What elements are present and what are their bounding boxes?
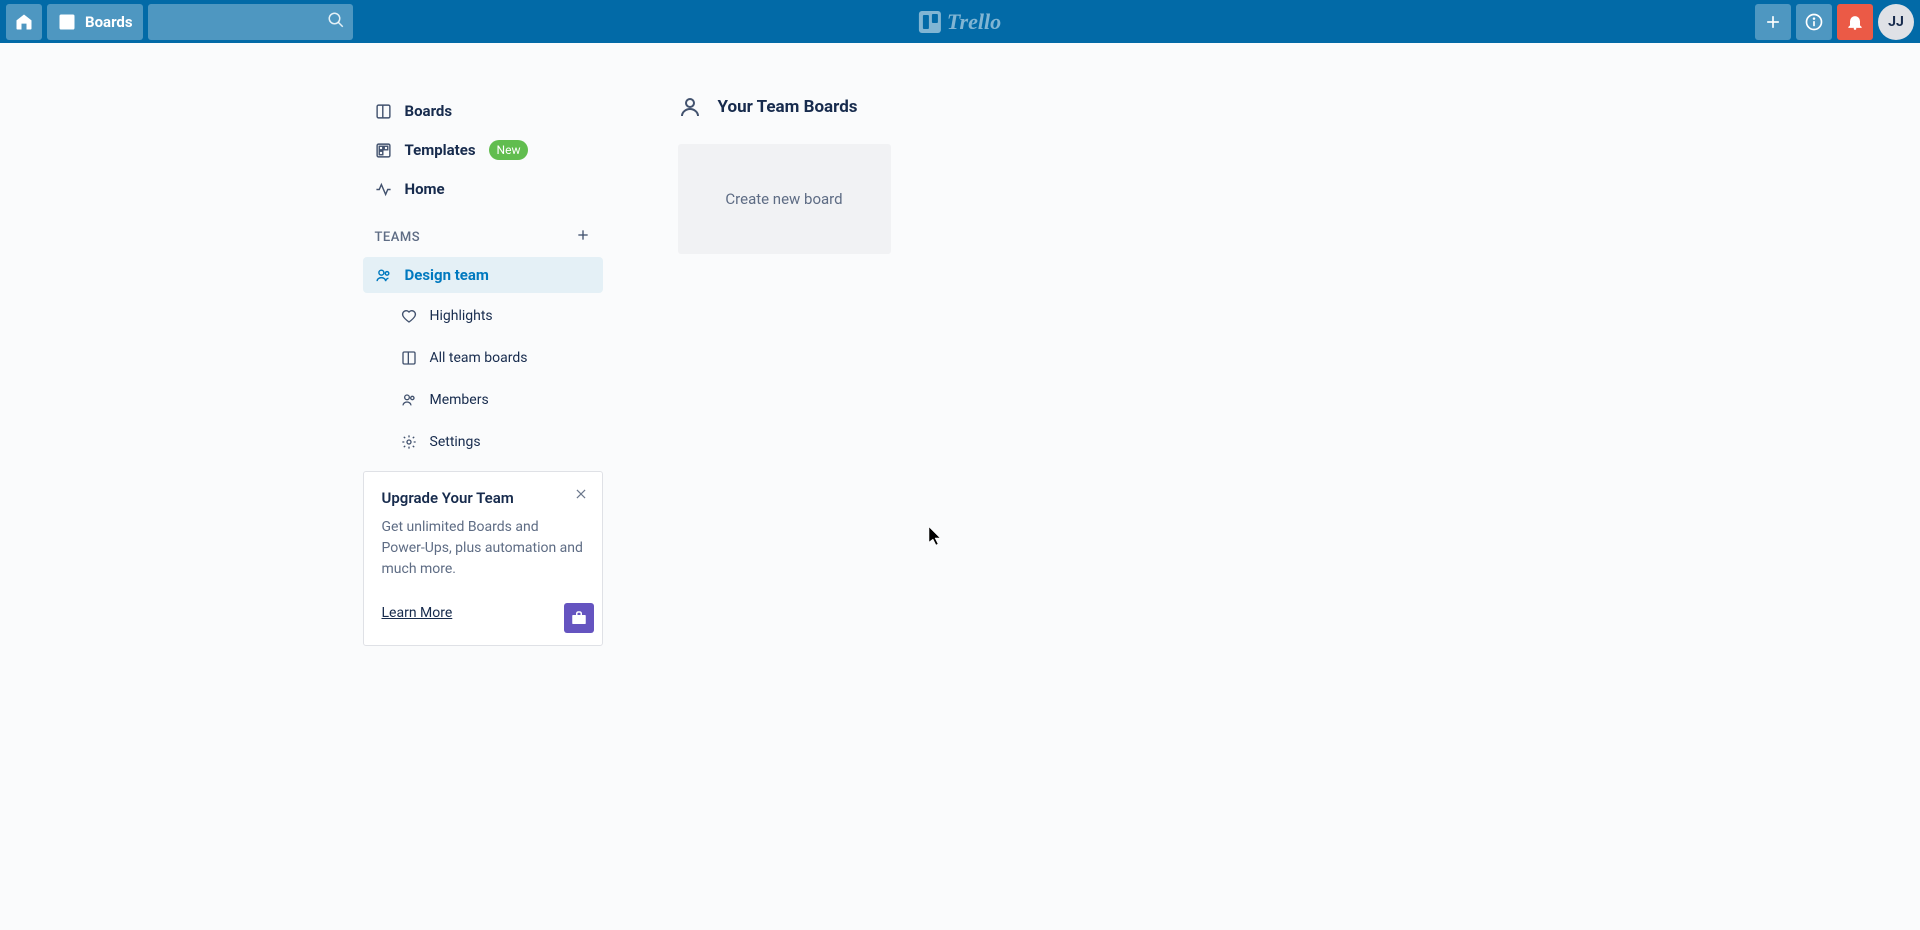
sidebar-item-boards[interactable]: Boards [363, 93, 603, 129]
logo-icon [919, 11, 941, 33]
notifications-button[interactable] [1837, 4, 1873, 40]
label: All team boards [430, 350, 528, 366]
board-icon [375, 103, 392, 120]
label: Members [430, 392, 489, 408]
pulse-icon [375, 181, 392, 198]
home-icon [14, 12, 34, 32]
team-settings[interactable]: Settings [363, 421, 603, 463]
team-highlights[interactable]: Highlights [363, 295, 603, 337]
upgrade-title: Upgrade Your Team [382, 489, 584, 507]
template-icon [375, 142, 392, 159]
gear-icon [401, 434, 417, 450]
sidebar-item-templates[interactable]: Templates New [363, 131, 603, 169]
avatar[interactable]: JJ [1878, 4, 1914, 40]
search-icon [327, 11, 345, 33]
label: Home [405, 180, 445, 198]
main: Your Team Boards Create new board [678, 93, 1558, 646]
info-button[interactable] [1796, 4, 1832, 40]
upgrade-text: Get unlimited Boards and Power-Ups, plus… [382, 517, 584, 580]
people-icon [401, 392, 417, 408]
logo[interactable]: Trello [919, 9, 1001, 35]
bell-icon [1845, 12, 1865, 32]
logo-text: Trello [947, 9, 1001, 35]
label: Highlights [430, 308, 493, 324]
topbar: Boards Trello JJ [0, 0, 1920, 43]
create-button[interactable] [1755, 4, 1791, 40]
learn-more-link[interactable]: Learn More [382, 605, 453, 621]
board-icon [401, 350, 417, 366]
label: Templates [405, 141, 476, 159]
label: Boards [405, 102, 453, 120]
upgrade-card: Upgrade Your Team Get unlimited Boards a… [363, 471, 603, 646]
create-board-tile[interactable]: Create new board [678, 144, 891, 254]
close-button[interactable] [574, 486, 588, 505]
team-all-boards[interactable]: All team boards [363, 337, 603, 379]
team-members[interactable]: Members [363, 379, 603, 421]
briefcase-icon [570, 609, 588, 627]
team-name: Design team [405, 266, 489, 284]
boards-icon [57, 12, 77, 32]
add-team-button[interactable] [575, 227, 591, 247]
create-board-label: Create new board [725, 190, 842, 208]
people-icon [375, 267, 392, 284]
heart-icon [401, 308, 417, 324]
label: Settings [430, 434, 481, 450]
teams-heading: TEAMS [375, 230, 421, 245]
new-badge: New [489, 140, 529, 160]
plus-icon [575, 227, 591, 243]
info-icon [1804, 12, 1824, 32]
boards-button[interactable]: Boards [47, 4, 143, 40]
search-box[interactable] [148, 4, 353, 40]
sidebar: Boards Templates New Home TEAMS Design t… [363, 93, 603, 646]
sidebar-item-home[interactable]: Home [363, 171, 603, 207]
plus-icon [1763, 12, 1783, 32]
search-input[interactable] [156, 14, 345, 30]
briefcase-badge [564, 603, 594, 633]
main-title: Your Team Boards [718, 97, 858, 117]
team-item-design[interactable]: Design team [363, 257, 603, 293]
close-icon [574, 487, 588, 501]
person-icon [678, 95, 702, 119]
home-button[interactable] [6, 4, 42, 40]
boards-label: Boards [85, 13, 133, 31]
main-header: Your Team Boards [678, 95, 1558, 119]
